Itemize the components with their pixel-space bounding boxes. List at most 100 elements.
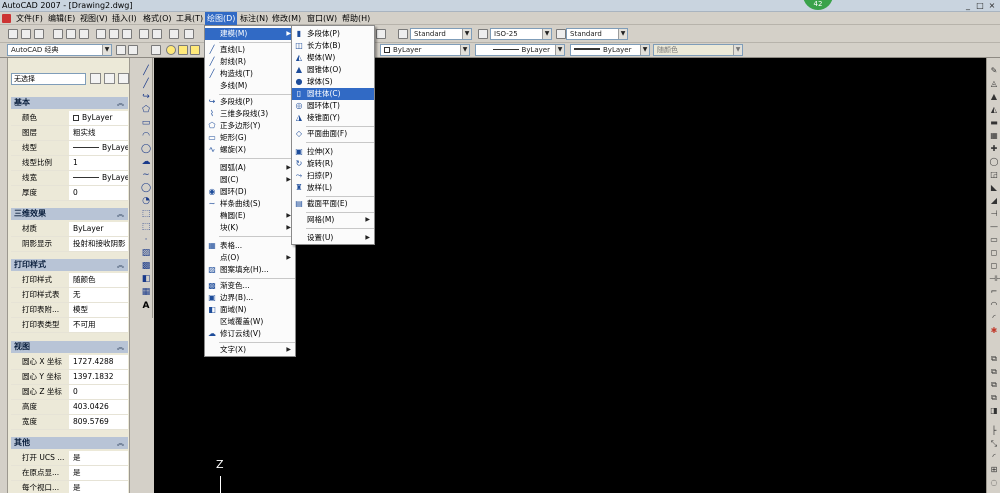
lineweight-select[interactable]: ByLayer ▼ xyxy=(570,44,650,56)
table-style-select[interactable]: Standard ▼ xyxy=(566,28,628,40)
ellipse-tool-icon[interactable]: ◯ xyxy=(141,183,151,193)
point-tool-icon[interactable]: · xyxy=(141,235,151,245)
modeling-planar-surface[interactable]: ◇ 平面曲面(F) xyxy=(292,128,374,140)
prop-row[interactable]: 每个视口... 是 xyxy=(11,481,128,493)
rectangle-tool-icon[interactable]: ▭ xyxy=(141,118,151,128)
fillet-icon[interactable]: ⊣⊢ xyxy=(989,274,1000,284)
maximize-button[interactable]: □ xyxy=(975,1,985,11)
dimension-aligned-icon[interactable]: ⤡ xyxy=(989,439,999,449)
xline-tool-icon[interactable]: ╱ xyxy=(141,79,151,89)
polygon-tool-icon[interactable]: ⬠ xyxy=(141,105,151,115)
draw-menu-hatch[interactable]: ▨ 图案填充(H)... xyxy=(205,264,295,276)
quick-select-icon[interactable] xyxy=(118,73,129,84)
modeling-polysolid[interactable]: ▮ 多段体(P) xyxy=(292,28,374,40)
table-tool-icon[interactable]: ▦ xyxy=(141,287,151,297)
layer-on-icon[interactable] xyxy=(166,45,176,55)
mtext-tool-icon[interactable]: A xyxy=(141,301,151,311)
draw-menu-boundary[interactable]: ▣ 边界(B)... xyxy=(205,292,295,304)
workspace-select[interactable]: AutoCAD 经典 ▼ xyxy=(7,44,112,56)
prop-row[interactable]: 圆心 X 坐标 1727.4288 xyxy=(11,355,128,370)
prop-row[interactable]: 厚度 0 xyxy=(11,186,128,201)
notification-badge[interactable]: 42 xyxy=(803,0,833,10)
redo-icon[interactable] xyxy=(184,29,194,39)
modeling-mesh[interactable]: 网格(M) ▶ xyxy=(292,214,374,226)
print-icon[interactable] xyxy=(53,29,63,39)
draw-menu-spline[interactable]: ∼ 样条曲线(S) xyxy=(205,198,295,210)
draw-menu-polyline[interactable]: ↪ 多段线(P) xyxy=(205,96,295,108)
modeling-sphere[interactable]: ● 球体(S) xyxy=(292,76,374,88)
prop-row[interactable]: 打印表类型 不可用 xyxy=(11,318,128,333)
draw-menu-table[interactable]: ▦ 表格... xyxy=(205,240,295,252)
chamfer-icon[interactable]: ◻ xyxy=(989,261,999,271)
section-misc[interactable]: 其他 ︽ xyxy=(11,437,128,449)
modeling-box[interactable]: ◫ 长方体(B) xyxy=(292,40,374,52)
menu-help[interactable]: 帮助(H) xyxy=(340,12,372,25)
offset-icon[interactable]: ◭ xyxy=(989,105,999,115)
menu-modify[interactable]: 修改(M) xyxy=(270,12,303,25)
erase-icon[interactable]: ✎ xyxy=(989,66,999,76)
dimension-ordinate-icon[interactable]: ⊞ xyxy=(989,465,999,475)
paste-icon[interactable] xyxy=(122,29,132,39)
draw-menu-xline[interactable]: ╱ 构造线(T) xyxy=(205,68,295,80)
draw-menu-rectangle[interactable]: ▭ 矩形(G) xyxy=(205,132,295,144)
new-icon[interactable] xyxy=(8,29,18,39)
draw-menu-multiline[interactable]: 多线(M) xyxy=(205,80,295,92)
object-snap-4-icon[interactable]: ⧉ xyxy=(989,393,999,403)
corner-icon[interactable]: ⌐ xyxy=(989,287,999,297)
prop-row[interactable]: 打印表附... 模型 xyxy=(11,303,128,318)
array-grid-icon[interactable]: ▦ xyxy=(989,131,999,141)
modeling-extrude[interactable]: ▣ 拉伸(X) xyxy=(292,146,374,158)
menu-file[interactable]: 文件(F) xyxy=(14,12,45,25)
modeling-loft[interactable]: ♜ 放样(L) xyxy=(292,182,374,194)
prop-row[interactable]: 打印样式表无 xyxy=(11,288,128,303)
object-snap-5-icon[interactable]: ◨ xyxy=(989,406,999,416)
prop-row[interactable]: 高度 403.0426 xyxy=(11,400,128,415)
layer-manager-icon[interactable] xyxy=(151,45,161,55)
break-at-point-icon[interactable]: — xyxy=(989,222,999,232)
cut-icon[interactable] xyxy=(96,29,106,39)
close-button[interactable]: × xyxy=(987,1,997,11)
selection-select[interactable]: 无选择 xyxy=(11,73,86,85)
object-snap-3-icon[interactable]: ⧉ xyxy=(989,380,999,390)
modeling-settings[interactable]: 设置(U) ▶ xyxy=(292,232,374,244)
gradient-tool-icon[interactable]: ▩ xyxy=(141,261,151,271)
select-objects-icon[interactable] xyxy=(104,73,115,84)
color-select[interactable]: ByLayer ▼ xyxy=(380,44,470,56)
modeling-cylinder[interactable]: ▯ 圆柱体(C) xyxy=(292,88,374,100)
make-block-tool-icon[interactable]: ⬚ xyxy=(141,222,151,232)
region-tool-icon[interactable]: ◧ xyxy=(141,274,151,284)
curve-icon[interactable]: ◜ xyxy=(989,313,999,323)
menu-insert[interactable]: 插入(I) xyxy=(110,12,139,25)
revcloud-tool-icon[interactable]: ☁ xyxy=(141,157,151,167)
draw-menu-3d-polyline[interactable]: ⌇ 三维多段线(3) xyxy=(205,108,295,120)
toggle-pickadd-icon[interactable] xyxy=(90,73,101,84)
menu-tools[interactable]: 工具(T) xyxy=(174,12,205,25)
draw-menu-ray[interactable]: ╱ 射线(R) xyxy=(205,56,295,68)
section-basic[interactable]: 基本 ︽ xyxy=(11,97,128,109)
save-icon[interactable] xyxy=(34,29,44,39)
draw-menu-modeling[interactable]: 建模(M) ▶ xyxy=(205,28,295,40)
section-view[interactable]: 视图 ︽ xyxy=(11,341,128,353)
polyline-tool-icon[interactable]: ↪ xyxy=(141,92,151,102)
workspace-save-icon[interactable] xyxy=(128,45,138,55)
prop-row[interactable]: 图层 粗实线 xyxy=(11,126,128,141)
section-plot-style[interactable]: 打印样式 ︽ xyxy=(11,259,128,271)
modeling-torus[interactable]: ◎ 圆环体(T) xyxy=(292,100,374,112)
draw-menu-block[interactable]: 块(K) ▶ xyxy=(205,222,295,234)
stretch-icon[interactable]: ◣ xyxy=(989,183,999,193)
draw-menu-arc[interactable]: 圆弧(A) ▶ xyxy=(205,162,295,174)
menu-edit[interactable]: 编辑(E) xyxy=(46,12,77,25)
modeling-section-plane[interactable]: ▤ 截面平面(E) xyxy=(292,198,374,210)
text-style-select[interactable]: Standard ▼ xyxy=(410,28,472,40)
match-properties-icon[interactable] xyxy=(139,29,149,39)
modeling-revolve[interactable]: ↻ 旋转(R) xyxy=(292,158,374,170)
draw-menu-gradient[interactable]: ▩ 渐变色... xyxy=(205,280,295,292)
object-snap-1-icon[interactable]: ⧉ xyxy=(989,354,999,364)
circle-tool-icon[interactable]: ◯ xyxy=(141,144,151,154)
prop-row[interactable]: 打印样式 随颜色 xyxy=(11,273,128,288)
open-icon[interactable] xyxy=(21,29,31,39)
plot-style-select[interactable]: 随颜色 ▼ xyxy=(653,44,743,56)
draw-menu-text[interactable]: 文字(X) ▶ xyxy=(205,344,295,356)
menu-format[interactable]: 格式(O) xyxy=(141,12,174,25)
draw-menu-ellipse[interactable]: 椭圆(E) ▶ xyxy=(205,210,295,222)
